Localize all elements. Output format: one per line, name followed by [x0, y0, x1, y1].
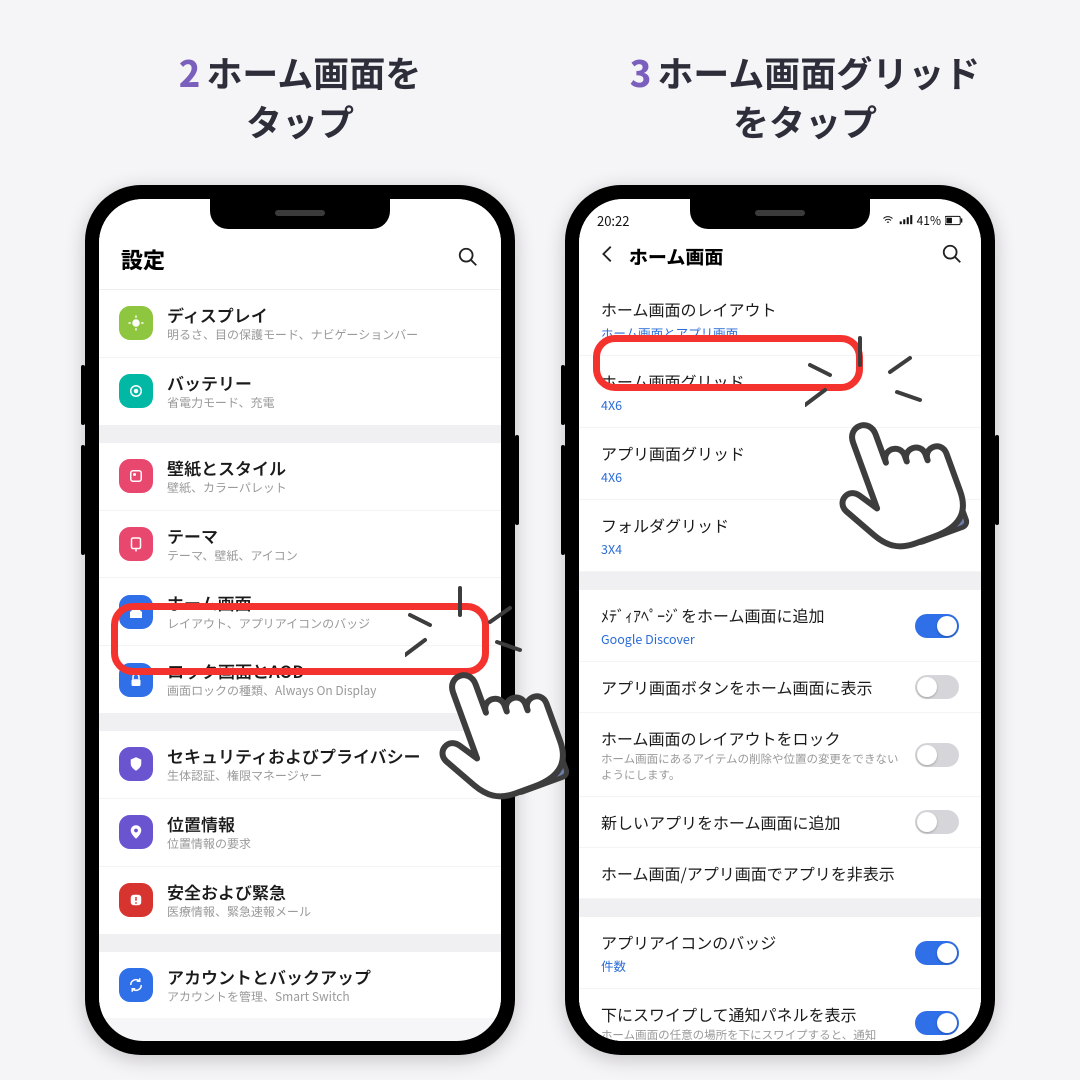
toggle[interactable] [915, 1011, 959, 1035]
row-title: 新しいアプリをホーム画面に追加 [601, 810, 841, 834]
row-title: ロック画面とAOD [167, 660, 376, 681]
toggle[interactable] [915, 941, 959, 965]
settings-title: 設定 [121, 243, 165, 275]
theme-icon [119, 527, 153, 561]
row-title: 安全および緊急 [167, 881, 311, 902]
search-icon[interactable] [941, 243, 963, 270]
tap-hand-icon [810, 370, 980, 575]
row-title: バッテリー [167, 372, 275, 393]
row-subtitle: テーマ、壁紙、アイコン [167, 548, 298, 564]
search-icon[interactable] [457, 246, 479, 273]
row-value: Google Discover [601, 629, 825, 648]
notch [690, 199, 870, 229]
settings-row-sync[interactable]: アカウントとバックアップアカウントを管理、Smart Switch [99, 952, 501, 1019]
home-row[interactable]: ホーム画面のレイアウトをロックホーム画面にあるアイテムの削除や位置の変更をできな… [579, 713, 981, 797]
home-row[interactable]: 下にスワイプして通知パネルを表示ホーム画面の任意の場所を下にスワイプすると、通知 [579, 989, 981, 1041]
status-right: 41% [881, 212, 963, 229]
battery-icon [945, 215, 963, 226]
home-row[interactable]: アプリアイコンのバッジ件数 [579, 917, 981, 989]
step3-line1: ホーム画面グリッド [657, 46, 980, 98]
home-icon [119, 595, 153, 629]
status-time: 20:22 [597, 211, 629, 230]
row-subtitle: 画面ロックの種類、Always On Display [167, 683, 376, 699]
home-header: ホーム画面 [579, 233, 981, 284]
lock-icon [119, 663, 153, 697]
row-subtitle: 壁紙、カラーパレット [167, 480, 287, 496]
step2-line1: ホーム画面を [206, 46, 421, 98]
row-value: 件数 [601, 956, 776, 975]
row-title: ディスプレイ [167, 304, 418, 325]
home-row[interactable]: ホーム画面/アプリ画面でアプリを非表示 [579, 848, 981, 899]
battery-icon [119, 374, 153, 408]
status-battery: 41% [917, 212, 941, 229]
row-title: ホーム画面のレイアウト [601, 297, 959, 321]
row-title: アカウントとバックアップ [167, 966, 371, 987]
display-icon [119, 306, 153, 340]
toggle[interactable] [915, 614, 959, 638]
home-title: ホーム画面 [629, 243, 723, 270]
row-title: セキュリティおよびプライバシー [167, 745, 421, 766]
wifi-icon [881, 214, 895, 226]
row-title: アプリ画面ボタンをホーム画面に表示 [601, 675, 873, 699]
row-subtitle: 位置情報の要求 [167, 836, 251, 852]
row-title: テーマ [167, 525, 298, 546]
settings-row-display[interactable]: ディスプレイ明るさ、目の保護モード、ナビゲーションバー [99, 290, 501, 358]
home-row[interactable]: ﾒﾃﾞｨｱﾍﾟｰｼﾞをホーム画面に追加 Google Discover [579, 590, 981, 662]
step2-heading: 2ホーム画面を タップ [130, 48, 470, 145]
row-subtitle: 医療情報、緊急速報メール [167, 904, 311, 920]
row-subtitle: レイアウト、アプリアイコンのバッジ [167, 616, 370, 632]
step3-heading: 3ホーム画面グリッド をタップ [555, 48, 1055, 145]
row-title: 壁紙とスタイル [167, 457, 287, 478]
alert-icon [119, 883, 153, 917]
sync-icon [119, 968, 153, 1002]
row-title: アプリアイコンのバッジ [601, 930, 776, 954]
screen-home: 20:22 41% ホーム画面 ホーム画面のレイアウトホーム画面とアプリ画面ホー… [579, 199, 981, 1041]
pin-icon [119, 815, 153, 849]
back-icon[interactable] [597, 243, 619, 270]
signal-icon [899, 214, 913, 226]
phone-mock-2: 20:22 41% ホーム画面 ホーム画面のレイアウトホーム画面とアプリ画面ホー… [565, 185, 995, 1055]
row-title: ﾒﾃﾞｨｱﾍﾟｰｼﾞをホーム画面に追加 [601, 603, 825, 627]
home-row[interactable]: 新しいアプリをホーム画面に追加 [579, 797, 981, 848]
row-subtitle: ホーム画面にあるアイテムの削除や位置の変更をできないようにします。 [601, 752, 903, 783]
step3-line2: をタップ [733, 95, 877, 147]
row-title: 下にスワイプして通知パネルを表示 [601, 1002, 876, 1026]
row-title: 位置情報 [167, 813, 251, 834]
toggle[interactable] [915, 675, 959, 699]
shield-icon [119, 747, 153, 781]
tap-hand-icon [410, 620, 580, 825]
row-subtitle: アカウントを管理、Smart Switch [167, 989, 371, 1005]
step-number: 3 [630, 46, 652, 98]
settings-row-wallpaper[interactable]: 壁紙とスタイル壁紙、カラーパレット [99, 443, 501, 511]
settings-row-alert[interactable]: 安全および緊急医療情報、緊急速報メール [99, 867, 501, 934]
row-subtitle: ホーム画面の任意の場所を下にスワイプすると、通知 [601, 1028, 876, 1041]
toggle[interactable] [915, 743, 959, 767]
row-title: ホーム画面/アプリ画面でアプリを非表示 [601, 861, 959, 885]
settings-row-theme[interactable]: テーマテーマ、壁紙、アイコン [99, 511, 501, 579]
notch [210, 199, 390, 229]
wallpaper-icon [119, 459, 153, 493]
row-subtitle: 省電力モード、充電 [167, 395, 275, 411]
home-row[interactable]: アプリ画面ボタンをホーム画面に表示 [579, 662, 981, 713]
row-subtitle: 明るさ、目の保護モード、ナビゲーションバー [167, 327, 418, 343]
row-title: ホーム画面 [167, 592, 370, 613]
settings-row-battery[interactable]: バッテリー省電力モード、充電 [99, 358, 501, 425]
step-number: 2 [179, 46, 201, 98]
step2-line2: タップ [246, 95, 354, 147]
row-title: ホーム画面のレイアウトをロック [601, 726, 903, 750]
toggle[interactable] [915, 810, 959, 834]
row-subtitle: 生体認証、権限マネージャー [167, 768, 421, 784]
